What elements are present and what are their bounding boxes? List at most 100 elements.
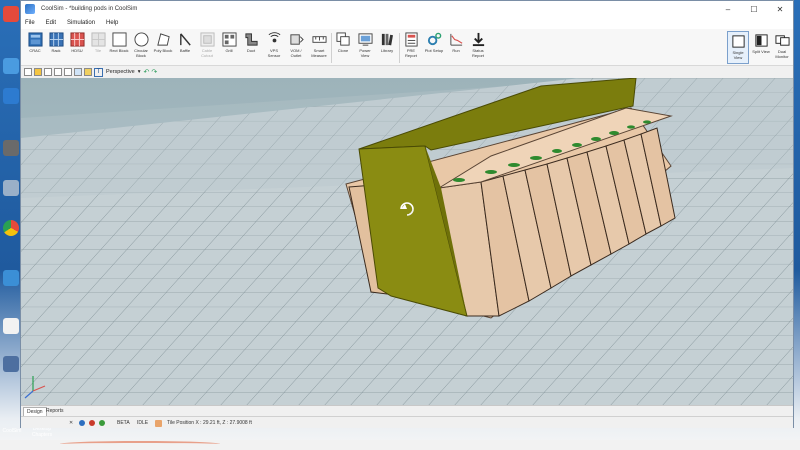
duct-icon [244,33,258,46]
split-view-icon [754,34,768,47]
undo-icon[interactable]: ↶ [144,68,150,76]
hdsu-button[interactable]: HDSU [67,32,87,53]
clone-button[interactable]: Clone [333,32,353,53]
clone-label: Clone [337,48,349,53]
library-label: Library [380,48,394,53]
tile-button[interactable]: Tile [88,32,108,53]
dual-monitor-label: Dual Monitor [775,49,789,59]
vom-outlet-icon [289,34,304,45]
desktop-app-icon[interactable] [3,270,19,286]
menu-bar: File Edit Simulation Help [21,17,793,29]
split-view-button[interactable]: Split View [750,31,772,64]
pre-report-icon [404,32,418,47]
menu-file[interactable]: File [25,20,35,26]
vps-sensor-button[interactable]: VPS Sensor [264,32,284,58]
desktop-app-icon[interactable] [3,180,19,196]
circular-block-icon [133,32,149,47]
poly-block-button[interactable]: Poly Block [153,32,173,53]
download-icon [472,32,484,47]
info-icon [79,420,85,426]
3d-viewport[interactable] [21,78,793,405]
fit-view-icon[interactable] [74,68,82,76]
close-button[interactable]: ✕ [767,1,793,17]
dual-monitor-icon [774,35,790,46]
desktop-file-icon[interactable] [3,318,19,334]
ribbon-separator [331,33,332,63]
decorative-swoosh [60,441,220,447]
menu-edit[interactable]: Edit [46,20,56,26]
chevron-down-icon[interactable]: ▾ [138,69,141,75]
desktop-app-icon[interactable] [3,88,19,104]
single-view-button[interactable]: Single View [727,31,749,64]
coolsim-window: CoolSim - *building pods in CoolSim – ☐ … [20,0,794,428]
maximize-button[interactable]: ☐ [741,1,767,17]
menu-help[interactable]: Help [106,20,118,26]
gear-icon [427,32,441,46]
rect-block-icon [111,32,127,47]
poly-block-label: Poly Block [153,48,173,53]
single-view-icon [731,35,745,48]
status-bar: ✕ BETA IDLE Tile Position X : 29.21 ft, … [21,416,793,428]
beta-label: BETA [117,420,130,426]
minimize-button[interactable]: – [715,1,741,17]
desktop-app-icon[interactable] [3,140,19,156]
3d-scene[interactable] [21,78,793,405]
baffle-button[interactable]: Baffle [175,32,195,53]
top-view-icon[interactable] [44,68,52,76]
ribbon-separator [399,33,400,63]
grill-button[interactable]: Grill [219,32,239,53]
single-view-label: Single View [732,50,744,60]
rect-block-button[interactable]: Rect Block [109,32,129,53]
redo-icon[interactable]: ↷ [151,68,157,76]
desktop-app-icon[interactable] [3,6,19,22]
library-icon [381,33,393,46]
pre-report-button[interactable]: PRE Report [401,32,421,58]
run-button[interactable]: Run [446,32,466,53]
coolsim-logo-icon [25,4,35,14]
dual-monitor-button[interactable]: Dual Monitor [771,31,793,64]
hdsu-label: HDSU [71,48,83,53]
rack-button[interactable]: Rack [46,32,66,53]
duct-button[interactable]: Duct [241,32,261,53]
text-toggle-button[interactable]: T [94,67,103,77]
image-view-icon[interactable] [64,68,72,76]
cable-cutout-label: Cable Cutout [201,48,213,58]
close-panel-icon[interactable]: ✕ [69,417,73,429]
vom-outlet-button[interactable]: VOM / Outlet [286,32,306,58]
cable-cutout-icon [199,32,215,47]
grid-view-icon[interactable] [54,68,62,76]
smart-measure-button[interactable]: Smart Measure [309,32,329,58]
hdsu-icon [69,32,85,47]
status-report-button[interactable]: Status Report [468,32,488,58]
run-icon [449,33,462,46]
power-view-button[interactable]: Power View [355,32,375,58]
rack-label: Rack [51,48,61,53]
vps-sensor-icon [268,32,280,43]
light-icon[interactable] [34,68,42,76]
cable-cutout-button[interactable]: Cable Cutout [197,32,217,58]
circular-block-button[interactable]: Circular Block [131,32,151,58]
view-mode-select[interactable]: Perspective [106,69,135,75]
tile-icon [155,420,162,427]
menu-simulation[interactable]: Simulation [67,20,95,26]
tab-reports[interactable]: Reports [43,407,67,416]
window-title: CoolSim - *building pods in CoolSim [41,6,138,12]
home-view-icon[interactable] [24,68,32,76]
tile-position-readout: Tile Position X : 29.21 ft, Z : 27.9008 … [167,420,252,426]
desktop-label-left: CoolSim [2,428,22,434]
tile-icon [90,32,106,47]
plot-setup-button[interactable]: Plot Setup [424,32,444,53]
highlight-icon[interactable] [84,68,92,76]
bottom-tabs: Design Reports [21,405,793,416]
library-button[interactable]: Library [377,32,397,53]
baffle-icon [179,33,191,46]
desktop-app-icon[interactable] [3,58,19,74]
crac-button[interactable]: CRAC [25,32,45,53]
state-label: IDLE [137,420,149,426]
circular-block-label: Circular Block [134,48,148,58]
error-icon [89,420,95,426]
desktop-app-icon[interactable] [3,356,19,372]
chrome-icon[interactable] [3,220,19,236]
run-label: Run [452,48,460,53]
view-toolbar: T Perspective ▾ ↶ ↷ [21,66,793,78]
